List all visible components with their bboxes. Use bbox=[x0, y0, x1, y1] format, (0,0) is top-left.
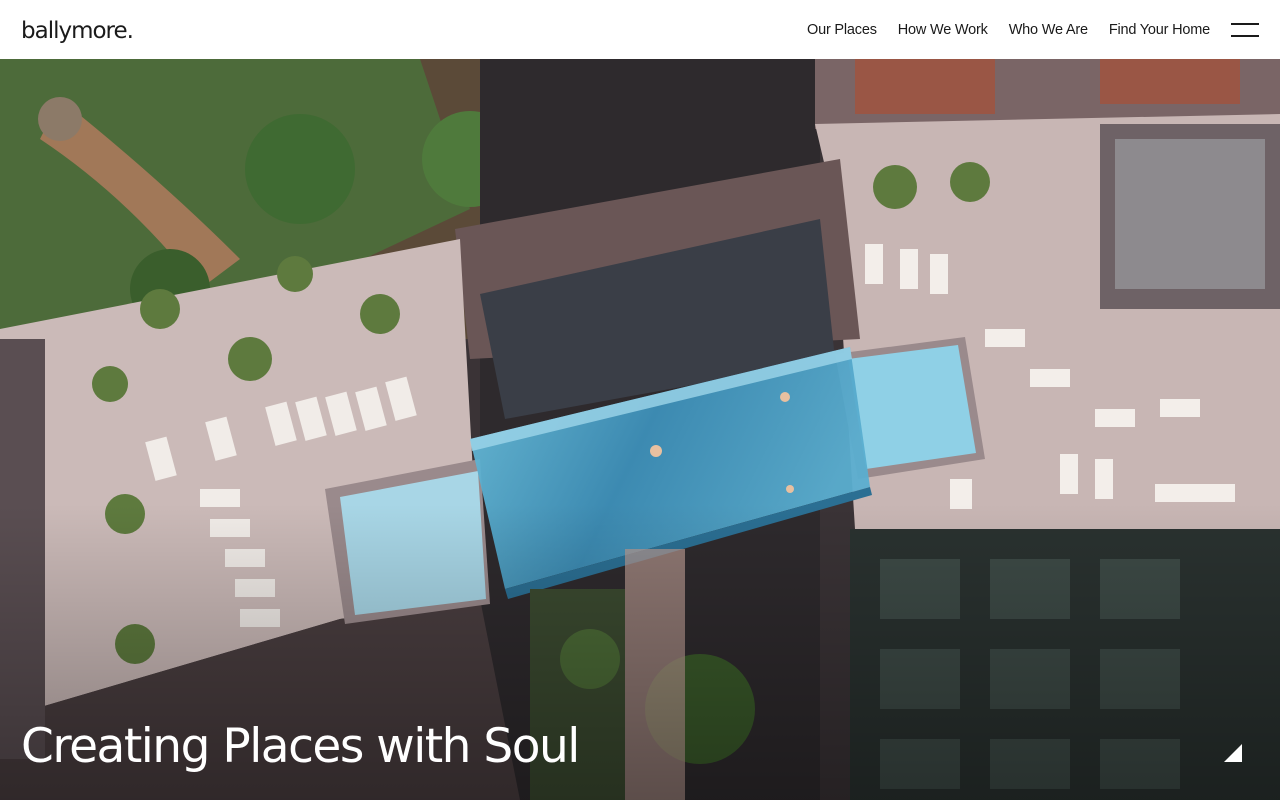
site-header: ballymore. Our Places How We Work Who We… bbox=[0, 0, 1280, 59]
triangle-corner-icon[interactable] bbox=[1224, 744, 1242, 762]
nav-who-we-are[interactable]: Who We Are bbox=[1009, 22, 1088, 38]
main-nav: Our Places How We Work Who We Are Find Y… bbox=[786, 22, 1259, 38]
hero-section: Creating Places with Soul bbox=[0, 59, 1280, 800]
hero-title: Creating Places with Soul bbox=[21, 719, 580, 774]
menu-line-bottom bbox=[1231, 34, 1259, 37]
hamburger-menu-icon[interactable] bbox=[1231, 22, 1259, 37]
nav-our-places[interactable]: Our Places bbox=[807, 22, 877, 38]
nav-how-we-work[interactable]: How We Work bbox=[898, 22, 988, 38]
menu-line-top bbox=[1231, 22, 1259, 25]
aerial-sky-pool-image bbox=[0, 59, 1280, 800]
brand-logo[interactable]: ballymore. bbox=[21, 18, 134, 44]
nav-find-your-home[interactable]: Find Your Home bbox=[1109, 22, 1210, 38]
